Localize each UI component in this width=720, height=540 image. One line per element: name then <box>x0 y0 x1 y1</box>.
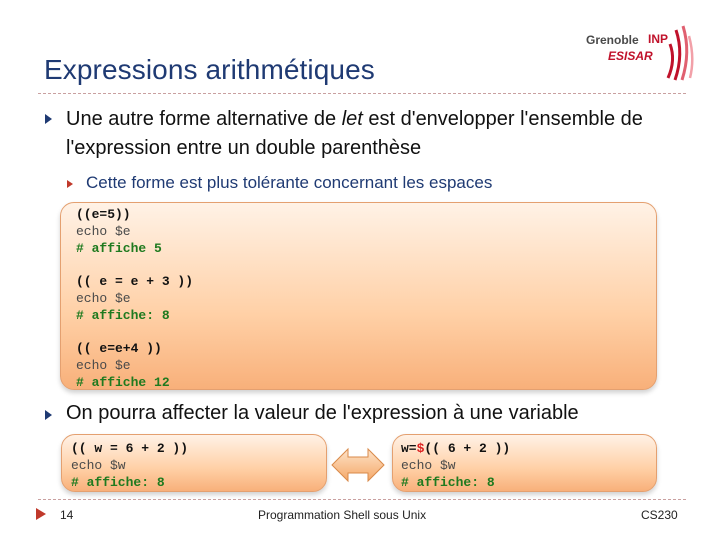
code-line: (( e=e+4 )) <box>76 341 162 357</box>
page-number: 14 <box>60 508 74 522</box>
title-divider <box>38 93 686 94</box>
code-blank <box>76 257 656 274</box>
code-line: (( e = e + 3 )) <box>76 274 194 290</box>
code-line-assign: w=$(( 6 + 2 )) <box>401 441 656 458</box>
page-title: Expressions arithmétiques <box>44 54 375 85</box>
code-line: echo $w <box>401 457 456 473</box>
code-line: echo $e <box>76 290 131 306</box>
double-arrow-icon <box>331 447 385 483</box>
bullet-marker-icon <box>45 114 52 124</box>
sub-bullet-text: Cette forme est plus tolérante concernan… <box>86 173 493 192</box>
code-comment: # affiche 5 <box>76 240 162 256</box>
bullet-marker-icon <box>45 410 52 420</box>
code-comment: # affiche: 8 <box>401 474 495 490</box>
logo: Grenoble INP ESISAR <box>586 22 696 84</box>
footer-course-title: Programmation Shell sous Unix <box>258 508 427 522</box>
bullet1-emph: let <box>341 108 363 130</box>
code-block-main: ((e=5)) echo $e # affiche 5 (( e = e + 3… <box>60 202 657 390</box>
bullet-text-2: On pourra affecter la valeur de l'expres… <box>66 402 579 424</box>
code-block-right: w=$(( 6 + 2 )) echo $w # affiche: 8 <box>392 434 657 492</box>
code-comment: # affiche: 8 <box>76 307 170 323</box>
sub-bullet-marker-icon <box>67 180 73 188</box>
logo-stripes-icon <box>666 25 694 81</box>
footer-arrow-icon <box>36 508 46 520</box>
code-line: echo $w <box>71 457 126 473</box>
footer-divider <box>38 499 686 500</box>
code-rest: (( 6 + 2 )) <box>424 441 511 456</box>
code-line: (( w = 6 + 2 )) <box>71 441 189 456</box>
logo-school: ESISAR <box>608 49 653 63</box>
bullet1-before: Une autre forme alternative de <box>66 108 342 130</box>
code-blank <box>76 325 656 342</box>
bullet-text-1: Une autre forme alternative de let est d… <box>66 105 686 163</box>
code-block-left: (( w = 6 + 2 )) echo $w # affiche: 8 <box>61 434 327 492</box>
footer-course-code: CS230 <box>641 508 678 522</box>
code-comment: # affiche 12 <box>76 374 170 390</box>
code-line: ((e=5)) <box>76 207 131 222</box>
code-prefix: w= <box>401 441 417 456</box>
logo-brand: Grenoble <box>586 33 639 47</box>
code-line: echo $e <box>76 223 131 239</box>
code-comment: # affiche: 8 <box>71 474 165 490</box>
code-line: echo $e <box>76 358 131 374</box>
